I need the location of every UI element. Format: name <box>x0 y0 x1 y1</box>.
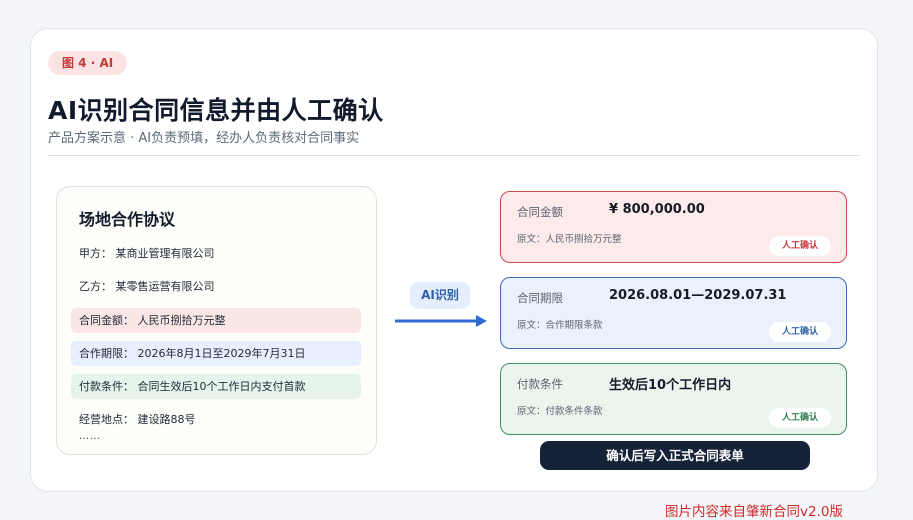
figure-tag: 图 4 · AI <box>48 51 128 75</box>
arrow-right-icon <box>395 315 487 327</box>
field-value: 生效后10个工作日内 <box>609 378 732 393</box>
page-subtitle: 产品方案示意 · AI负责预填，经办人负责核对合同事实 <box>48 131 360 146</box>
manual-confirm-badge[interactable]: 人工确认 <box>769 236 831 256</box>
field-source: 原文：人民币捌拾万元整 <box>517 234 622 245</box>
document-line-location: 经营地点： 建设路88号 <box>79 413 196 426</box>
field-source: 原文：付款条件条款 <box>517 406 603 417</box>
document-title: 场地合作协议 <box>79 210 176 229</box>
page-title: AI识别合同信息并由人工确认 <box>48 96 384 125</box>
field-value: 2026.08.01—2029.07.31 <box>609 288 787 303</box>
field-source: 原文：合作期限条款 <box>517 320 603 331</box>
field-value: ¥ 800,000.00 <box>609 202 705 217</box>
ai-recognition-chip: AI识别 <box>410 282 470 309</box>
manual-confirm-badge[interactable]: 人工确认 <box>769 322 831 342</box>
field-contract-amount: 合同金额 ¥ 800,000.00 原文：人民币捌拾万元整 人工确认 <box>500 191 847 263</box>
document-line-term: 合作期限： 2026年8月1日至2029年7月31日 <box>71 341 361 366</box>
document-line-payment: 付款条件： 合同生效后10个工作日内支付首款 <box>71 374 361 399</box>
field-label: 合同期限 <box>517 291 563 305</box>
field-payment-terms: 付款条件 生效后10个工作日内 原文：付款条件条款 人工确认 <box>500 363 847 435</box>
document-line-amount: 合同金额： 人民币捌拾万元整 <box>71 308 361 333</box>
document-line-party-a: 甲方： 某商业管理有限公司 <box>79 247 215 260</box>
manual-confirm-badge[interactable]: 人工确认 <box>769 408 831 428</box>
divider <box>48 155 860 156</box>
field-label: 合同金额 <box>517 205 563 219</box>
source-watermark: 图片内容来自肇新合同v2.0版 <box>665 504 843 520</box>
field-contract-term: 合同期限 2026.08.01—2029.07.31 原文：合作期限条款 人工确… <box>500 277 847 349</box>
document-ellipsis: …… <box>79 431 101 442</box>
field-label: 付款条件 <box>517 377 563 391</box>
confirm-write-button[interactable]: 确认后写入正式合同表单 <box>540 441 810 470</box>
contract-document: 场地合作协议 甲方： 某商业管理有限公司 乙方： 某零售运营有限公司 合同金额：… <box>56 186 377 455</box>
document-line-party-b: 乙方： 某零售运营有限公司 <box>79 280 215 293</box>
